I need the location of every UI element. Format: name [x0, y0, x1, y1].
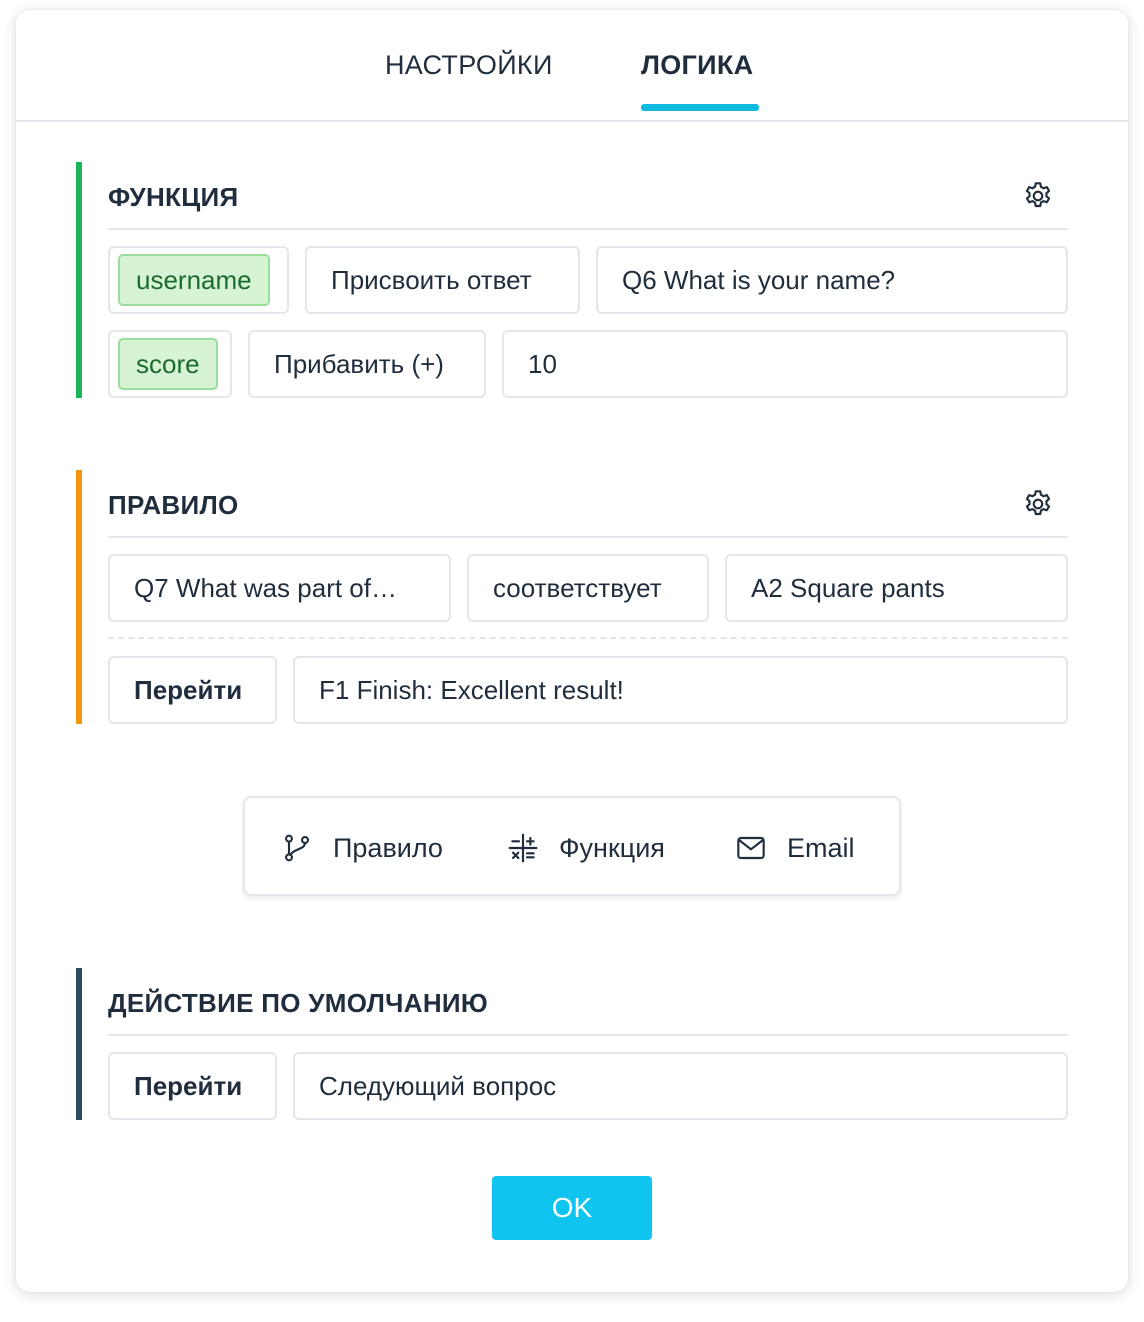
rule-section-title: ПРАВИЛО	[108, 490, 239, 520]
variable-tag: score	[118, 338, 218, 390]
default-section-header: ДЕЙСТВИЕ ПО УМОЛЧАНИЮ	[108, 968, 1068, 1036]
operation-select[interactable]: Присвоить ответ	[305, 246, 580, 314]
default-section-bar	[76, 968, 82, 1120]
rule-divider	[108, 637, 1068, 639]
add-rule-button[interactable]: Правило	[281, 830, 443, 866]
add-function-button[interactable]: Функция	[507, 830, 665, 866]
ok-button[interactable]: OK	[492, 1176, 652, 1240]
default-action-section: ДЕЙСТВИЕ ПО УМОЛЧАНИЮ Перейти Следующий …	[76, 968, 1068, 1120]
add-rule-label: Правило	[333, 832, 443, 863]
value-input[interactable]: 10	[502, 330, 1068, 398]
variable-select[interactable]: username	[108, 246, 289, 314]
rule-operator-select[interactable]: соответствует	[467, 554, 709, 622]
value-select[interactable]: Q6 What is your name?	[596, 246, 1068, 314]
active-tab-indicator	[641, 104, 759, 111]
tab-bar: НАСТРОЙКИ ЛОГИКА	[16, 10, 1128, 122]
logic-dialog: НАСТРОЙКИ ЛОГИКА ФУНКЦИЯ username Присво…	[16, 10, 1128, 1292]
rule-section-header: ПРАВИЛО	[108, 470, 1068, 538]
function-section-header: ФУНКЦИЯ	[108, 162, 1068, 230]
operation-select[interactable]: Прибавить (+)	[248, 330, 486, 398]
rule-question-select[interactable]: Q7 What was part of…	[108, 554, 451, 622]
gear-icon[interactable]	[1022, 180, 1054, 212]
rule-answer-select[interactable]: A2 Square pants	[725, 554, 1068, 622]
variable-tag: username	[118, 254, 270, 306]
rule-action-select[interactable]: Перейти	[108, 656, 277, 724]
envelope-icon	[737, 836, 765, 860]
gear-icon[interactable]	[1022, 488, 1054, 520]
add-logic-menu: Правило Функция Email	[243, 796, 901, 896]
rule-target-select[interactable]: F1 Finish: Excellent result!	[293, 656, 1068, 724]
tab-settings[interactable]: НАСТРОЙКИ	[385, 50, 553, 81]
function-section-title: ФУНКЦИЯ	[108, 182, 239, 212]
default-target-select[interactable]: Следующий вопрос	[293, 1052, 1068, 1120]
rule-section: ПРАВИЛО Q7 What was part of… соответству…	[76, 470, 1068, 724]
branch-icon	[284, 834, 310, 862]
add-email-button[interactable]: Email	[735, 830, 855, 866]
calculator-icon	[508, 833, 538, 863]
add-email-label: Email	[787, 832, 855, 863]
variable-select[interactable]: score	[108, 330, 232, 398]
default-section-title: ДЕЙСТВИЕ ПО УМОЛЧАНИЮ	[108, 988, 488, 1018]
function-section: ФУНКЦИЯ username Присвоить ответ Q6 What…	[76, 162, 1068, 398]
function-section-bar	[76, 162, 82, 398]
add-function-label: Функция	[559, 832, 665, 863]
rule-section-bar	[76, 470, 82, 724]
tab-logic[interactable]: ЛОГИКА	[641, 50, 753, 81]
default-action-select[interactable]: Перейти	[108, 1052, 277, 1120]
